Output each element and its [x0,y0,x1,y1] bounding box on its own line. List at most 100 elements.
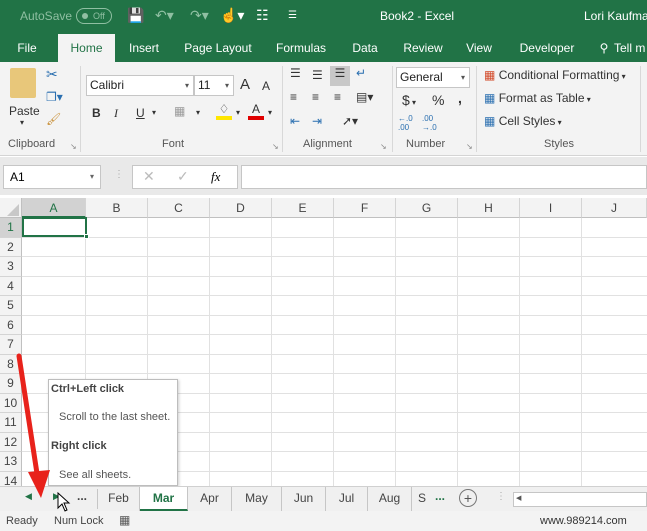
column-header-d[interactable]: D [210,198,272,218]
row-header-6[interactable]: 6 [0,315,22,335]
column-header-i[interactable]: I [520,198,582,218]
underline-button[interactable]: U [136,106,145,120]
drag-handle-icon[interactable]: ⋮ [114,169,124,180]
horizontal-scrollbar[interactable]: ◀ [513,492,647,507]
row-header-14[interactable]: 14 [0,471,22,486]
more-sheets-left[interactable]: ... [77,489,87,503]
column-header-c[interactable]: C [148,198,210,218]
number-launcher-icon[interactable]: ↘ [466,142,473,151]
sheet-tab-jun[interactable]: Jun [282,487,326,511]
bold-button[interactable]: B [92,106,101,120]
cancel-icon[interactable]: ✕ [143,168,155,185]
copy-icon[interactable]: ❐▾ [46,90,63,104]
tab-formulas[interactable]: Formulas [270,34,332,62]
alignment-launcher-icon[interactable]: ↘ [380,142,387,151]
increase-decimal-button[interactable]: ←.0 .00 [398,114,418,132]
customize-qat-icon[interactable]: ☰ [288,10,297,21]
merge-center-icon[interactable]: ▤▾ [356,90,373,104]
row-header-11[interactable]: 11 [0,413,22,433]
row-header-1[interactable]: 1 [0,218,22,238]
align-center-icon[interactable]: ≡ [312,90,319,104]
macro-recording-icon[interactable]: ▦ [119,513,130,527]
column-header-g[interactable]: G [396,198,458,218]
percent-button[interactable]: % [432,92,444,108]
conditional-formatting-button[interactable]: ▦ Conditional Formatting ▾ [484,68,626,82]
sheet-tab-jul[interactable]: Jul [326,487,368,511]
sheet-tab-mar[interactable]: Mar [140,487,188,511]
align-right-icon[interactable]: ≡ [334,90,341,104]
select-all-button[interactable] [0,198,22,218]
touch-mode-icon[interactable]: ☝▾ [220,7,244,24]
scroll-left-arrow-icon[interactable]: ◀ [516,494,521,502]
more-sheets-right[interactable]: ... [435,489,445,503]
tab-review[interactable]: Review [400,34,446,62]
row-header-13[interactable]: 13 [0,452,22,472]
name-box[interactable]: A1 ▾ [3,165,101,189]
sheet-tab-s[interactable]: S [412,487,432,511]
currency-button[interactable]: $ ▾ [402,92,416,108]
clipboard-launcher-icon[interactable]: ↘ [70,142,77,151]
add-sheet-button[interactable]: + [459,489,477,507]
font-color-dropdown-icon[interactable]: ▾ [268,108,272,117]
row-header-10[interactable]: 10 [0,393,22,413]
underline-dropdown-icon[interactable]: ▾ [152,108,156,117]
middle-align-icon[interactable]: ☰ [312,68,323,82]
align-left-icon[interactable]: ≡ [290,90,297,104]
borders-icon[interactable]: ▦ [174,104,185,118]
cut-icon[interactable]: ✂ [46,66,58,83]
decrease-decimal-button[interactable]: .00 →.0 [422,114,442,132]
wrap-text-icon[interactable]: ↵ [356,66,366,80]
italic-button[interactable]: I [114,106,118,121]
comma-style-button[interactable]: , [458,90,462,106]
top-align-icon[interactable]: ☰ [290,66,301,80]
format-painter-icon[interactable]: 🖌 [46,112,61,126]
bottom-align-icon[interactable]: ☰ [330,66,350,86]
network-icon[interactable]: ☷ [256,7,269,24]
redo-icon[interactable]: ↷▾ [190,7,209,24]
scroll-left-icon[interactable]: ◀ [25,491,32,502]
sheet-tab-may[interactable]: May [232,487,282,511]
row-header-2[interactable]: 2 [0,237,22,257]
number-format-combo[interactable]: General ▾ [396,67,470,88]
fill-handle[interactable] [84,234,89,239]
sheet-tab-apr[interactable]: Apr [188,487,232,511]
row-header-4[interactable]: 4 [0,276,22,296]
row-header-9[interactable]: 9 [0,374,22,394]
orientation-icon[interactable]: ➚▾ [342,114,358,128]
row-header-12[interactable]: 12 [0,432,22,452]
column-header-b[interactable]: B [86,198,148,218]
tell-me-search[interactable]: Tell m [614,34,647,62]
sheet-tab-aug[interactable]: Aug [368,487,412,511]
user-name[interactable]: Lori Kaufman [584,9,647,23]
selected-cell-a1[interactable] [22,217,87,237]
save-icon[interactable]: 💾 [127,7,144,24]
font-color-icon[interactable]: A [248,102,264,120]
column-header-e[interactable]: E [272,198,334,218]
tab-developer[interactable]: Developer [514,34,580,62]
paste-button[interactable]: Paste [9,104,40,118]
increase-indent-icon[interactable]: ⇥ [312,114,322,128]
drag-handle-icon[interactable]: ⋮ [496,491,506,502]
insert-function-button[interactable]: fx [211,169,220,185]
sheet-tab-feb[interactable]: Feb [98,487,140,511]
column-header-a[interactable]: A [22,198,86,218]
tab-view[interactable]: View [461,34,497,62]
column-header-j[interactable]: J [582,198,647,218]
font-size-combo[interactable]: 11 ▾ [194,75,234,96]
decrease-font-size-button[interactable]: A [262,79,270,93]
cell-styles-button[interactable]: ▦ Cell Styles ▾ [484,114,562,128]
paste-dropdown-icon[interactable]: ▾ [20,118,24,127]
tab-insert[interactable]: Insert [122,34,166,62]
borders-dropdown-icon[interactable]: ▾ [196,108,200,117]
row-header-7[interactable]: 7 [0,335,22,355]
row-header-3[interactable]: 3 [0,257,22,277]
font-launcher-icon[interactable]: ↘ [272,142,279,151]
paste-icon[interactable] [10,68,36,98]
row-header-5[interactable]: 5 [0,296,22,316]
enter-icon[interactable]: ✓ [177,168,189,185]
row-header-8[interactable]: 8 [0,354,22,374]
formula-input[interactable] [241,165,647,189]
tab-page-layout[interactable]: Page Layout [180,34,256,62]
fill-color-icon[interactable]: ♢ [216,102,232,120]
increase-font-size-button[interactable]: A [240,76,250,93]
